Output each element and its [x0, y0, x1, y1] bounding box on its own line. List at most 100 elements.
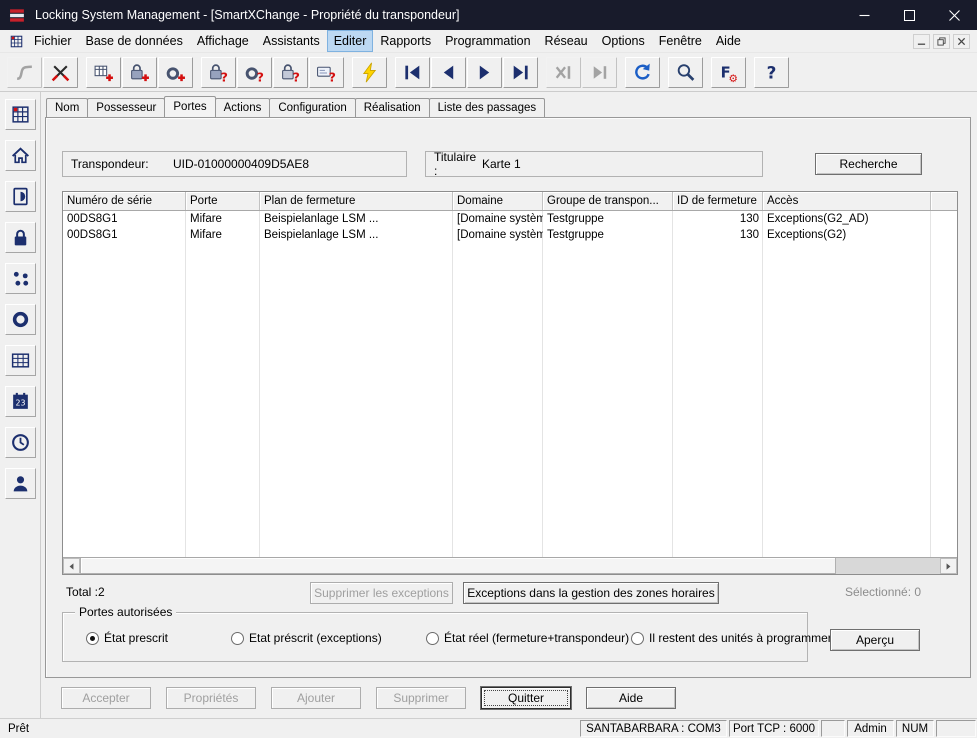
table-row[interactable]: 00DS8G1MifareBeispielanlage LSM ...[Doma…	[63, 227, 957, 243]
radio-etat-prescrit-exceptions[interactable]: Etat préscrit (exceptions)	[231, 631, 382, 645]
window-controls	[842, 0, 977, 30]
minimize-icon	[859, 10, 870, 21]
lock-query2-button[interactable]: ?	[273, 57, 308, 88]
column-gridline	[762, 211, 763, 557]
table-body: 00DS8G1MifareBeispielanlage LSM ...[Doma…	[63, 211, 957, 557]
tab-possesseur[interactable]: Possesseur	[87, 98, 165, 117]
sidebar-grid-button[interactable]	[5, 345, 36, 376]
menu-reseau[interactable]: Réseau	[538, 30, 595, 52]
menu-bar: FichierBase de donnéesAffichageAssistant…	[0, 30, 977, 52]
sidebar-lock-button[interactable]	[5, 222, 36, 253]
menu-options[interactable]: Options	[595, 30, 652, 52]
filter-button[interactable]: F⚙	[711, 57, 746, 88]
radio-il-restent-des-unites-a-programmer[interactable]: Il restent des unités à programmer	[631, 631, 832, 645]
app-icon	[9, 7, 26, 24]
menu-base-de-donnees[interactable]: Base de données	[79, 30, 190, 52]
column-header-id-de-fermeture[interactable]: ID de fermeture	[673, 192, 763, 210]
toolbar-separator	[194, 57, 201, 88]
preview-button[interactable]: Aperçu	[830, 629, 920, 651]
column-header-numero-de-serie[interactable]: Numéro de série	[63, 192, 186, 210]
scroll-right-button[interactable]	[940, 558, 957, 574]
quitter-button[interactable]: Quitter	[481, 687, 571, 709]
scrollbar-thumb[interactable]	[80, 558, 836, 574]
holder-field: Titulaire : Karte 1	[425, 151, 763, 177]
add-lock-button[interactable]	[122, 57, 157, 88]
minimize-button[interactable]	[842, 0, 887, 30]
calendar-icon: 23	[10, 391, 31, 412]
program-button[interactable]	[352, 57, 387, 88]
work-area: NomPossesseurPortesActionsConfigurationR…	[41, 92, 977, 718]
tab-portes[interactable]: Portes	[164, 96, 215, 117]
sidebar-network-button[interactable]	[5, 263, 36, 294]
maximize-button[interactable]	[887, 0, 932, 30]
child-close-icon	[957, 37, 966, 46]
aide-button[interactable]: Aide	[586, 687, 676, 709]
column-header-filler	[931, 192, 957, 210]
search-button[interactable]: Recherche	[815, 153, 922, 175]
sidebar-calendar-button[interactable]: 23	[5, 386, 36, 417]
sidebar-user-button[interactable]	[5, 468, 36, 499]
exceptions-timezones-button[interactable]: Exceptions dans la gestion des zones hor…	[463, 582, 719, 604]
radio-etat-reel-fermeture-transpondeur[interactable]: État réel (fermeture+transpondeur)	[426, 631, 629, 645]
menu-rapports[interactable]: Rapports	[373, 30, 438, 52]
sidebar-home-button[interactable]	[5, 140, 36, 171]
tab-actions[interactable]: Actions	[215, 98, 271, 117]
nav-prev-button[interactable]	[431, 57, 466, 88]
lock-query2-icon: ?	[280, 62, 301, 83]
close-button[interactable]	[932, 0, 977, 30]
column-gridline	[452, 211, 453, 557]
menu-programmation[interactable]: Programmation	[438, 30, 537, 52]
search-icon	[675, 62, 696, 83]
authorized-doors-group: Portes autorisées État prescritEtat prés…	[62, 612, 808, 662]
menu-aide[interactable]: Aide	[709, 30, 748, 52]
tab-realisation[interactable]: Réalisation	[355, 98, 430, 117]
column-header-porte[interactable]: Porte	[186, 192, 260, 210]
sidebar-matrix-button[interactable]	[5, 99, 36, 130]
menu-editer[interactable]: Editer	[327, 30, 374, 52]
menu-fichier[interactable]: Fichier	[27, 30, 79, 52]
status-empty-2	[936, 720, 976, 737]
status-port: Port TCP : 6000	[729, 720, 819, 737]
child-restore-button[interactable]	[933, 34, 950, 49]
scroll-left-button[interactable]	[63, 558, 80, 574]
nav-next-button[interactable]	[467, 57, 502, 88]
help-button[interactable]: ?	[754, 57, 789, 88]
filter-icon: F⚙	[718, 62, 739, 83]
user-icon	[10, 473, 31, 494]
child-minimize-button[interactable]	[913, 34, 930, 49]
column-header-domaine[interactable]: Domaine	[453, 192, 543, 210]
selected-count: Sélectionné: 0	[845, 585, 921, 599]
column-header-acces[interactable]: Accès	[763, 192, 931, 210]
status-bar: Prêt SANTABARBARA : COM3 Port TCP : 6000…	[0, 718, 977, 738]
svg-text:?: ?	[329, 69, 336, 83]
menu-fenetre[interactable]: Fenêtre	[652, 30, 709, 52]
tab-nom[interactable]: Nom	[46, 98, 88, 117]
child-close-button[interactable]	[953, 34, 970, 49]
disconnect-button[interactable]	[43, 57, 78, 88]
card-query-button[interactable]: ?	[309, 57, 344, 88]
transponder-query-button[interactable]: ?	[237, 57, 272, 88]
scrollbar-track[interactable]	[836, 558, 940, 574]
sidebar-door-button[interactable]	[5, 181, 36, 212]
tab-liste-des-passages[interactable]: Liste des passages	[429, 98, 545, 117]
lock-query-button[interactable]: ?	[201, 57, 236, 88]
cancel-nav-icon	[553, 62, 574, 83]
table-row[interactable]: 00DS8G1MifareBeispielanlage LSM ...[Doma…	[63, 211, 957, 227]
nav-last-button[interactable]	[503, 57, 538, 88]
nav-first-button[interactable]	[395, 57, 430, 88]
cell-groupe-de-transpon: Testgruppe	[543, 213, 673, 225]
column-header-groupe-de-transpon[interactable]: Groupe de transpon...	[543, 192, 673, 210]
add-record-button[interactable]	[86, 57, 121, 88]
sidebar-transponder-button[interactable]	[5, 304, 36, 335]
menu-assistants[interactable]: Assistants	[256, 30, 327, 52]
tab-configuration[interactable]: Configuration	[269, 98, 355, 117]
sidebar-clock-button[interactable]	[5, 427, 36, 458]
radio-etat-prescrit[interactable]: État prescrit	[86, 631, 168, 645]
refresh-button[interactable]	[625, 57, 660, 88]
menu-affichage[interactable]: Affichage	[190, 30, 256, 52]
column-header-plan-de-fermeture[interactable]: Plan de fermeture	[260, 192, 453, 210]
add-transponder-button[interactable]	[158, 57, 193, 88]
search-button[interactable]	[668, 57, 703, 88]
toolbar: ???? F⚙?	[0, 52, 977, 92]
radio-circle-icon	[231, 632, 244, 645]
